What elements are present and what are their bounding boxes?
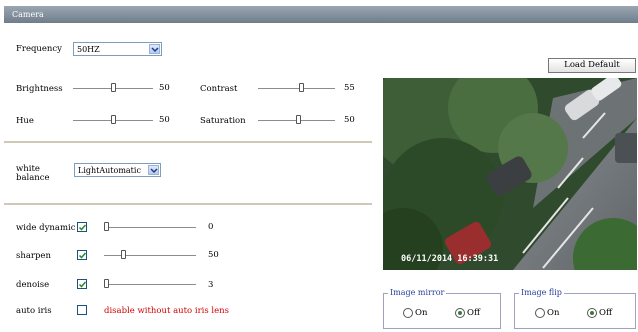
saturation-label: Saturation [200, 116, 246, 126]
checkmark-icon [78, 281, 87, 288]
white-balance-value: LightAutomatic [78, 166, 141, 175]
contrast-label: Contrast [200, 84, 238, 94]
sharpen-checkbox[interactable] [77, 250, 87, 260]
auto-iris-note: disable without auto iris lens [104, 306, 230, 316]
chevron-down-icon[interactable] [148, 165, 159, 175]
image-mirror-on-radio[interactable] [403, 308, 413, 318]
checkmark-icon [78, 224, 87, 231]
wide-dynamic-slider-thumb[interactable] [104, 222, 109, 231]
panel-title-bar: Camera [4, 6, 638, 23]
contrast-slider-thumb[interactable] [299, 83, 304, 92]
image-mirror-off-radio[interactable] [455, 308, 465, 318]
section-divider [4, 203, 372, 205]
saturation-slider-thumb[interactable] [296, 115, 301, 124]
image-mirror-off-label: Off [467, 308, 481, 318]
image-flip-legend: Image flip [519, 288, 564, 297]
wide-dynamic-checkbox[interactable] [77, 222, 87, 232]
radio-selected-dot [458, 311, 462, 315]
brightness-value: 50 [159, 83, 170, 93]
hue-value: 50 [159, 115, 170, 125]
hue-slider-thumb[interactable] [111, 115, 116, 124]
denoise-label: denoise [16, 280, 50, 290]
image-flip-on-label: On [547, 308, 560, 318]
image-mirror-legend: Image mirror [388, 288, 447, 297]
denoise-checkbox[interactable] [77, 279, 87, 289]
hue-label: Hue [16, 116, 34, 126]
sharpen-slider-thumb[interactable] [121, 250, 126, 259]
frequency-value: 50HZ [77, 45, 100, 54]
image-mirror-on-label: On [415, 308, 428, 318]
denoise-value: 3 [208, 280, 214, 290]
white-balance-label-line2: balance [16, 173, 50, 183]
saturation-value: 50 [344, 115, 355, 125]
image-mirror-group [383, 293, 501, 329]
frequency-select[interactable]: 50HZ [73, 42, 162, 56]
camera-preview-image [383, 78, 637, 270]
image-flip-group [514, 293, 636, 329]
radio-selected-dot [590, 311, 594, 315]
auto-iris-checkbox[interactable] [77, 305, 87, 315]
image-flip-off-radio[interactable] [587, 308, 597, 318]
load-default-button[interactable]: Load Default [548, 58, 636, 73]
chevron-down-icon[interactable] [149, 44, 160, 54]
sharpen-slider-track[interactable] [104, 255, 196, 256]
denoise-slider-track[interactable] [104, 284, 196, 285]
image-flip-on-radio[interactable] [535, 308, 545, 318]
auto-iris-label: auto iris [16, 306, 52, 316]
denoise-slider-thumb[interactable] [104, 279, 109, 288]
video-preview: 06/11/2014 16:39:31 [383, 78, 637, 270]
panel-title: Camera [12, 10, 44, 19]
sharpen-value: 50 [208, 250, 219, 260]
wide-dynamic-value: 0 [208, 222, 214, 232]
contrast-slider-track[interactable] [258, 88, 335, 89]
brightness-label: Brightness [16, 84, 63, 94]
checkmark-icon [78, 252, 87, 259]
contrast-value: 55 [344, 83, 355, 93]
brightness-slider-thumb[interactable] [111, 83, 116, 92]
section-divider [4, 141, 372, 143]
white-balance-select[interactable]: LightAutomatic [74, 163, 161, 177]
image-flip-off-label: Off [599, 308, 613, 318]
frequency-label: Frequency [16, 44, 62, 54]
wide-dynamic-slider-track[interactable] [104, 227, 196, 228]
wide-dynamic-label: wide dynamic [16, 223, 76, 233]
video-timestamp: 06/11/2014 16:39:31 [401, 254, 499, 264]
sharpen-label: sharpen [16, 251, 51, 261]
